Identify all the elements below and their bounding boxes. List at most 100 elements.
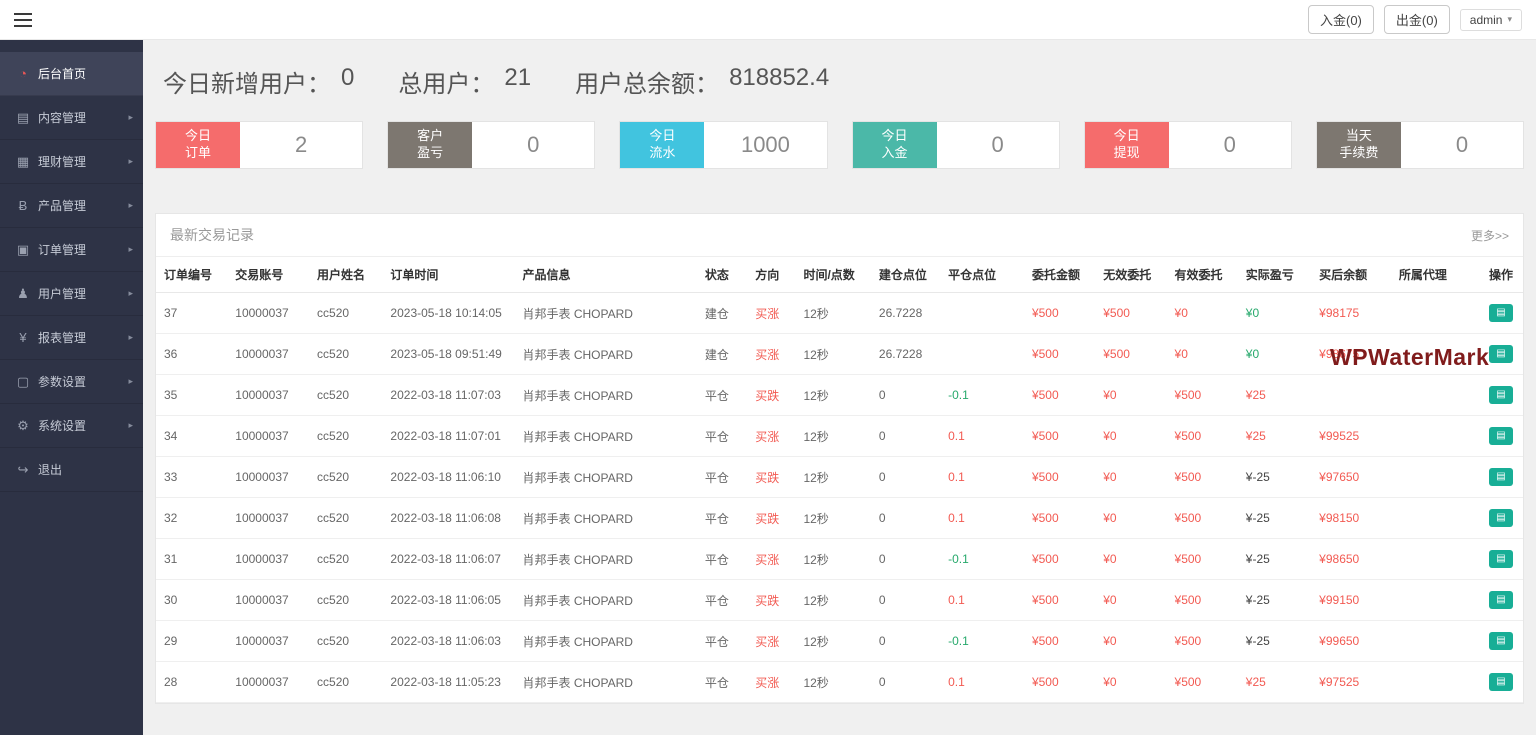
- column-header: 建仓点位: [870, 256, 941, 293]
- cell-open-point: 0: [870, 620, 941, 662]
- cell-balance: ¥98150: [1311, 497, 1391, 539]
- sidebar-item-order[interactable]: ▣ 订单管理 ▸: [0, 228, 143, 272]
- cell-balance: ¥98175: [1311, 292, 1391, 334]
- trades-panel: 最新交易记录 更多>> 订单编号 交易账号 用户姓名 订单时间 产品信息 状态 方向 时间/点…: [155, 213, 1524, 704]
- more-link[interactable]: 更多>>: [1471, 227, 1509, 244]
- cell-valid-amount: ¥0: [1166, 333, 1238, 375]
- sidebar-item-product[interactable]: Ƀ 产品管理 ▸: [0, 184, 143, 228]
- view-order-button[interactable]: ▤: [1488, 673, 1513, 691]
- cell-profit: ¥0: [1237, 333, 1312, 375]
- orders-icon: ▣: [16, 241, 30, 257]
- menu-toggle-icon[interactable]: [14, 12, 34, 27]
- view-order-button[interactable]: ▤: [1488, 427, 1513, 445]
- cell-status: 平仓: [696, 579, 748, 621]
- cell-amount: ¥500: [1023, 497, 1096, 539]
- cell-balance: ¥99650: [1311, 620, 1391, 662]
- view-order-button[interactable]: ▤: [1488, 345, 1513, 363]
- view-order-button[interactable]: ▤: [1488, 550, 1513, 568]
- column-header: 买后余额: [1311, 256, 1391, 293]
- cell-open-point: 0: [870, 661, 941, 703]
- table-row: 36 10000037 cc520 2023-05-18 09:51:49 肖邦手表 C…: [156, 333, 1523, 375]
- cell-open-point: 0: [870, 415, 941, 457]
- sidebar-item-report[interactable]: ¥ 报表管理 ▸: [0, 316, 143, 360]
- sidebar-item-content[interactable]: ▤ 内容管理 ▸: [0, 96, 143, 140]
- stat-card-label-line2: 入金: [881, 145, 908, 160]
- sidebar-item-label: 退出: [38, 463, 63, 477]
- sidebar-item-label: 理财管理: [38, 155, 87, 169]
- withdraw-button[interactable]: 出金(0): [1383, 5, 1450, 34]
- sidebar-item-user[interactable]: ♟ 用户管理 ▸: [0, 272, 143, 316]
- bitcoin-icon: Ƀ: [18, 198, 28, 213]
- cell-agent: [1390, 497, 1481, 539]
- cell-product: 肖邦手表 CHOPARD: [514, 374, 697, 416]
- cell-invalid-amount: ¥0: [1095, 497, 1167, 539]
- deposit-button[interactable]: 入金(0): [1308, 5, 1374, 34]
- cell-operation: ▤: [1480, 415, 1523, 457]
- stat-card-label: 今日 流水: [620, 122, 705, 168]
- cell-profit: ¥25: [1237, 661, 1312, 703]
- cell-invalid-amount: ¥0: [1095, 661, 1167, 703]
- cell-invalid-amount: ¥0: [1095, 538, 1167, 580]
- sidebar-item-home[interactable]: ◔ 后台首页: [0, 52, 143, 96]
- cell-id: 34: [156, 415, 228, 457]
- cell-time: 2022-03-18 11:06:03: [382, 620, 515, 662]
- table-row: 28 10000037 cc520 2022-03-18 11:05:23 肖邦手表 C…: [156, 661, 1523, 703]
- cell-account: 10000037: [227, 456, 310, 498]
- cell-close-point: -0.1: [940, 538, 1024, 580]
- column-header: 时间/点数: [795, 256, 871, 293]
- stat-cards-row: 今日 订单 2 客户 盈亏 0 今日 流水 1000 今日 入金 0 今日 提现 0 当天 手续费 0: [155, 121, 1525, 169]
- cell-amount: ¥500: [1023, 333, 1096, 375]
- cell-valid-amount: ¥500: [1166, 456, 1238, 498]
- table-row: 35 10000037 cc520 2022-03-18 11:07:03 肖邦手表 C…: [156, 374, 1523, 416]
- stat-card-value: 1000: [740, 132, 790, 157]
- cell-direction: 买涨: [747, 333, 796, 375]
- table-row: 29 10000037 cc520 2022-03-18 11:06:03 肖邦手表 C…: [156, 620, 1523, 662]
- view-order-button[interactable]: ▤: [1488, 386, 1513, 404]
- cell-balance: ¥97525: [1311, 661, 1391, 703]
- column-header: 订单时间: [382, 256, 515, 293]
- cell-duration: 12秒: [795, 497, 871, 539]
- view-order-button[interactable]: ▤: [1488, 304, 1513, 322]
- view-order-button[interactable]: ▤: [1488, 468, 1513, 486]
- cell-profit: ¥25: [1237, 415, 1312, 457]
- cell-operation: ▤: [1480, 620, 1523, 662]
- summary-label: 今日新增用户：: [163, 71, 331, 98]
- yen-icon: ¥: [19, 330, 27, 345]
- sidebar-item-logout[interactable]: ↪ 退出: [0, 448, 143, 492]
- view-order-button[interactable]: ▤: [1488, 632, 1513, 650]
- cell-name: cc520: [309, 456, 383, 498]
- user-menu[interactable]: admin ▾: [1459, 8, 1522, 31]
- cell-status: 平仓: [696, 415, 748, 457]
- topbar-actions: 入金(0) 出金(0) admin ▾: [1308, 5, 1522, 34]
- cell-agent: [1390, 374, 1481, 416]
- sidebar-item-label: 产品管理: [38, 199, 87, 213]
- sidebar-item-label: 报表管理: [38, 331, 87, 345]
- chevron-right-icon: ▸: [128, 332, 133, 342]
- sidebar-item-label: 参数设置: [38, 375, 87, 389]
- stat-card-label-line1: 客户: [417, 128, 444, 144]
- view-order-button[interactable]: ▤: [1488, 591, 1513, 609]
- chevron-right-icon: ▸: [128, 244, 133, 254]
- params-icon: ▢: [16, 373, 30, 389]
- sidebar-item-params[interactable]: ▢ 参数设置 ▸: [0, 360, 143, 404]
- cell-amount: ¥500: [1023, 415, 1096, 457]
- stat-card-today-orders: 今日 订单 2: [155, 121, 364, 169]
- sidebar-item-system[interactable]: ⚙ 系统设置 ▸: [0, 404, 143, 448]
- cell-time: 2022-03-18 11:06:05: [382, 579, 515, 621]
- cell-balance: ¥98650: [1311, 538, 1391, 580]
- sidebar-item-finance[interactable]: ▦ 理财管理 ▸: [0, 140, 143, 184]
- cell-profit: ¥-25: [1237, 579, 1312, 621]
- cell-valid-amount: ¥500: [1166, 661, 1238, 703]
- column-header: 有效委托: [1166, 256, 1238, 293]
- column-header: 用户姓名: [309, 256, 383, 293]
- chevron-down-icon: ▾: [1507, 14, 1512, 24]
- user-icon: ♟: [17, 285, 29, 301]
- chevron-right-icon: ▸: [128, 420, 133, 430]
- cell-close-point: 0.1: [940, 415, 1024, 457]
- cell-open-point: 0: [870, 497, 941, 539]
- cell-name: cc520: [309, 415, 383, 457]
- cell-balance: [1311, 374, 1391, 416]
- logout-icon: ↪: [17, 461, 29, 477]
- cell-operation: ▤: [1480, 661, 1523, 703]
- view-order-button[interactable]: ▤: [1488, 509, 1513, 527]
